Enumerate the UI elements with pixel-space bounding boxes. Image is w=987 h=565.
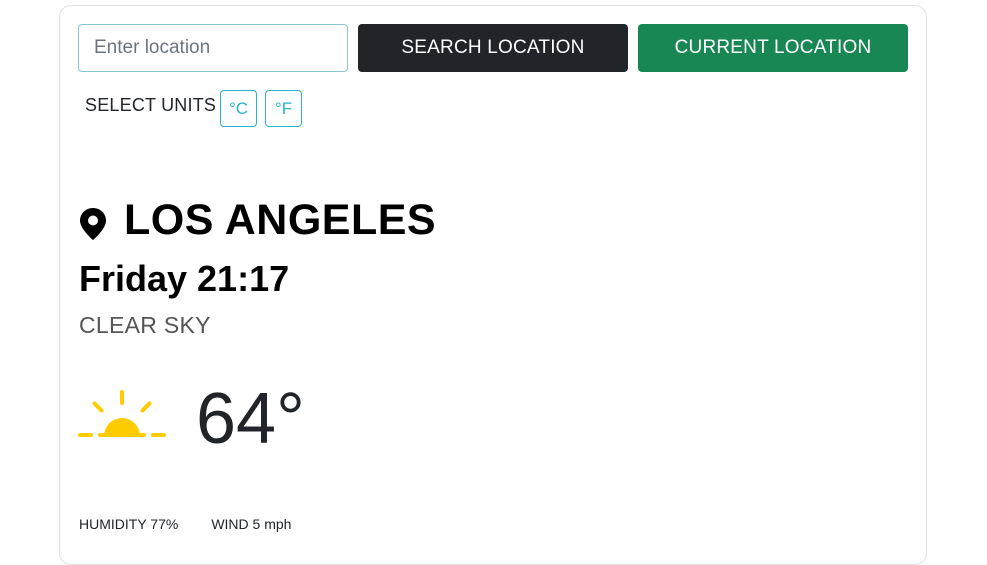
sunrise-icon (78, 390, 166, 437)
select-units-label: SELECT UNITS (85, 95, 217, 115)
temperature-value: 64° (196, 379, 305, 459)
date-time: Friday 21:17 (79, 258, 290, 299)
celsius-button[interactable]: °C (220, 90, 257, 127)
location-heading: LOS ANGELES (78, 196, 436, 245)
wind-value: WIND 5 mph (211, 516, 292, 532)
city-name: LOS ANGELES (124, 196, 437, 244)
search-location-button[interactable]: SEARCH LOCATION (358, 24, 628, 72)
weather-stats: HUMIDITY 77% WIND 5 mph (79, 516, 291, 532)
humidity-value: HUMIDITY 77% (79, 516, 179, 532)
location-search-input[interactable] (78, 24, 348, 72)
current-location-button[interactable]: CURRENT LOCATION (638, 24, 908, 72)
fahrenheit-button[interactable]: °F (265, 90, 302, 127)
weather-condition: CLEAR SKY (79, 312, 211, 338)
map-pin-icon (80, 207, 106, 240)
